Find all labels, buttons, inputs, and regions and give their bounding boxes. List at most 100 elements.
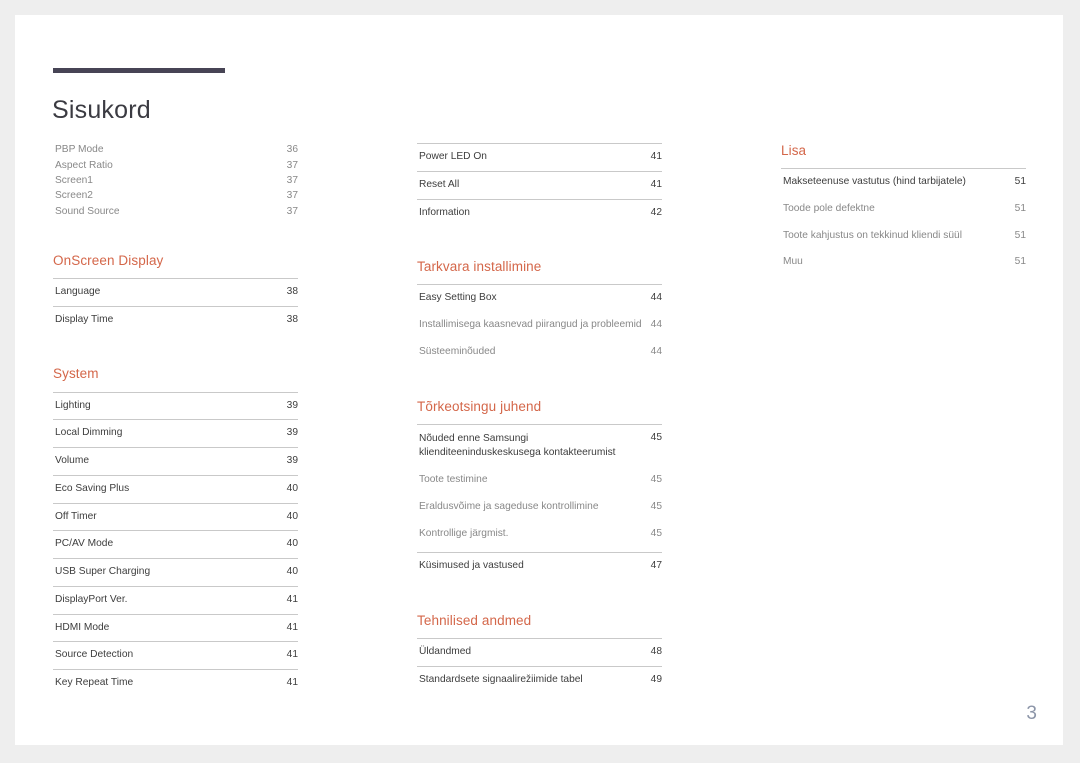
toc-entry-list: Nõuded enne Samsungi klienditeeninduskes… bbox=[417, 423, 662, 580]
toc-column-right: Lisa Makseteenuse vastutus (hind tarbijat… bbox=[781, 143, 1026, 697]
toc-entry-label: DisplayPort Ver. bbox=[55, 593, 128, 605]
toc-entry-page-number: 40 bbox=[286, 566, 298, 578]
toc-entry[interactable]: Installimisega kaasnevad piirangud ja pr… bbox=[417, 312, 662, 339]
toc-entry[interactable]: Easy Setting Box 44 bbox=[417, 284, 662, 312]
toc-entry-list: Üldandmed 48 Standardsete signaalirežiimid… bbox=[417, 638, 662, 694]
toc-section: Power LED On 41 Reset All 41 Information 42 bbox=[417, 143, 662, 226]
toc-entry-page-number: 37 bbox=[286, 159, 298, 171]
toc-entry[interactable]: Language 38 bbox=[53, 277, 298, 306]
toc-entry-page-number: 40 bbox=[286, 538, 298, 550]
toc-entry-page-number: 41 bbox=[650, 151, 662, 162]
page-sheet: Sisukord PBP Mode 36 Aspect Ratio 37 Screen1… bbox=[15, 15, 1063, 745]
toc-entry[interactable]: Lighting 39 bbox=[53, 391, 298, 420]
toc-entry-page-number: 37 bbox=[286, 190, 298, 202]
toc-entry[interactable]: Toode pole defektne 51 bbox=[781, 196, 1026, 223]
toc-entry[interactable]: Toote testimine 45 bbox=[417, 467, 662, 494]
toc-entry-label: Reset All bbox=[419, 178, 460, 190]
toc-entry-page-number: 51 bbox=[1014, 176, 1026, 188]
toc-entry-page-number: 45 bbox=[650, 500, 662, 512]
toc-entry[interactable]: Eraldusvõime ja sageduse kontrollimine 45 bbox=[417, 494, 662, 521]
toc-entry-page-number: 41 bbox=[286, 677, 298, 689]
toc-entry[interactable]: Information 42 bbox=[417, 198, 662, 227]
toc-entry-label: Language bbox=[55, 285, 101, 297]
toc-entry[interactable]: Source Detection 41 bbox=[53, 641, 298, 669]
toc-entry-label: Screen2 bbox=[55, 190, 93, 202]
toc-entry-label: Toote kahjustus on tekkinud kliendi süül bbox=[783, 229, 962, 241]
toc-entry[interactable]: DisplayPort Ver. 41 bbox=[53, 585, 298, 614]
toc-entry-page-number: 45 bbox=[650, 474, 662, 486]
toc-entry[interactable]: Toote kahjustus on tekkinud kliendi süül… bbox=[781, 223, 1026, 250]
toc-entry[interactable]: Kontrollige järgmist. 45 bbox=[417, 521, 662, 548]
toc-section: Tehnilised andmed Üldandmed 48 Standardsete… bbox=[417, 613, 662, 694]
toc-entry-page-number: 36 bbox=[286, 144, 298, 156]
toc-entry-page-number: 44 bbox=[650, 319, 662, 331]
toc-entry[interactable]: Power LED On 41 bbox=[417, 143, 662, 171]
toc-entry[interactable]: Süsteeminõuded 44 bbox=[417, 339, 662, 366]
toc-column-middle: Power LED On 41 Reset All 41 Information 42 Ta… bbox=[417, 143, 662, 697]
toc-entry-page-number: 41 bbox=[286, 649, 298, 661]
toc-entry-list: PBP Mode 36 Aspect Ratio 37 Screen1 37 Screen2… bbox=[53, 143, 298, 220]
toc-entry[interactable]: Volume 39 bbox=[53, 447, 298, 475]
toc-entry-page-number: 38 bbox=[286, 313, 298, 325]
toc-section: System Lighting 39 Local Dimming 39 Volume 39 E… bbox=[53, 366, 298, 696]
section-heading: Tarkvara installimine bbox=[417, 259, 542, 275]
toc-entry[interactable]: HDMI Mode 41 bbox=[53, 613, 298, 642]
section-heading: Tõrkeotsingu juhend bbox=[417, 398, 542, 414]
toc-entry-page-number: 39 bbox=[286, 399, 298, 411]
toc-entry-label: Display Time bbox=[55, 313, 114, 325]
toc-entry-label: Screen1 bbox=[55, 174, 93, 186]
toc-entry[interactable]: PC/AV Mode 40 bbox=[53, 530, 298, 558]
toc-entry[interactable]: Display Time 38 bbox=[53, 305, 298, 334]
toc-entry-label: Standardsete signaalirežiimide tabel bbox=[419, 673, 583, 685]
toc-entry-label: Toode pole defektne bbox=[783, 202, 875, 214]
toc-entry-page-number: 39 bbox=[286, 455, 298, 467]
toc-entry-page-number: 49 bbox=[650, 673, 662, 685]
toc-entry-page-number: 37 bbox=[286, 205, 298, 217]
title-rule bbox=[53, 68, 225, 73]
toc-columns: PBP Mode 36 Aspect Ratio 37 Screen1 37 Screen2… bbox=[53, 143, 1026, 697]
toc-entry[interactable]: Reset All 41 bbox=[417, 170, 662, 199]
toc-entry[interactable]: Screen1 37 bbox=[53, 174, 298, 189]
toc-entry[interactable]: Sound Source 37 bbox=[53, 204, 298, 219]
toc-entry[interactable]: Eco Saving Plus 40 bbox=[53, 474, 298, 503]
toc-entry-label: Aspect Ratio bbox=[55, 159, 113, 171]
toc-entry-page-number: 41 bbox=[650, 178, 662, 190]
toc-entry-label: Toote testimine bbox=[419, 474, 488, 486]
toc-entry-label: PBP Mode bbox=[55, 144, 104, 156]
toc-entry[interactable]: Off Timer 40 bbox=[53, 502, 298, 531]
toc-entry-label: Küsimused ja vastused bbox=[419, 560, 524, 572]
toc-entry-label: Lighting bbox=[55, 399, 91, 411]
toc-entry-page-number: 39 bbox=[286, 427, 298, 439]
toc-entry-label: Nõuded enne Samsungi klienditeeninduskes… bbox=[419, 432, 616, 458]
toc-entry-page-number: 42 bbox=[650, 206, 662, 218]
toc-entry-label: Local Dimming bbox=[55, 427, 123, 439]
toc-entry-page-number: 44 bbox=[650, 292, 662, 304]
toc-entry-label: Easy Setting Box bbox=[419, 292, 497, 304]
toc-entry-label: USB Super Charging bbox=[55, 566, 151, 578]
toc-entry[interactable]: Üldandmed 48 bbox=[417, 638, 662, 666]
toc-entry-list: Language 38 Display Time 38 bbox=[53, 277, 298, 334]
toc-entry[interactable]: Standardsete signaalirežiimide tabel 49 bbox=[417, 665, 662, 694]
toc-entry-label: Information bbox=[419, 206, 470, 218]
toc-entry[interactable]: Local Dimming 39 bbox=[53, 419, 298, 447]
toc-entry[interactable]: Nõuded enne Samsungi klienditeeninduskes… bbox=[417, 423, 662, 467]
toc-entry[interactable]: Muu 51 bbox=[781, 249, 1026, 276]
toc-entry[interactable]: Küsimused ja vastused 47 bbox=[417, 552, 662, 580]
toc-entry-page-number: 51 bbox=[1014, 229, 1026, 241]
toc-entry[interactable]: PBP Mode 36 bbox=[53, 143, 298, 158]
toc-entry[interactable]: Makseteenuse vastutus (hind tarbijatele)… bbox=[781, 168, 1026, 196]
toc-entry[interactable]: Key Repeat Time 41 bbox=[53, 669, 298, 697]
toc-entry-page-number: 37 bbox=[286, 174, 298, 186]
toc-entry[interactable]: Screen2 37 bbox=[53, 189, 298, 204]
toc-entry[interactable]: Aspect Ratio 37 bbox=[53, 158, 298, 173]
toc-entry-label: Kontrollige järgmist. bbox=[419, 527, 509, 539]
page-title: Sisukord bbox=[52, 95, 151, 124]
toc-entry-page-number: 45 bbox=[650, 527, 662, 539]
toc-entry[interactable]: USB Super Charging 40 bbox=[53, 558, 298, 586]
toc-entry-list: Easy Setting Box 44 Installimisega kaasnev… bbox=[417, 284, 662, 365]
toc-entry-label: Eraldusvõime ja sageduse kontrollimine bbox=[419, 500, 599, 512]
toc-entry-list: Lighting 39 Local Dimming 39 Volume 39 Eco Sav… bbox=[53, 391, 298, 697]
toc-entry-label: Muu bbox=[783, 256, 803, 268]
toc-entry-page-number: 51 bbox=[1014, 202, 1026, 214]
section-heading: Lisa bbox=[781, 143, 807, 158]
